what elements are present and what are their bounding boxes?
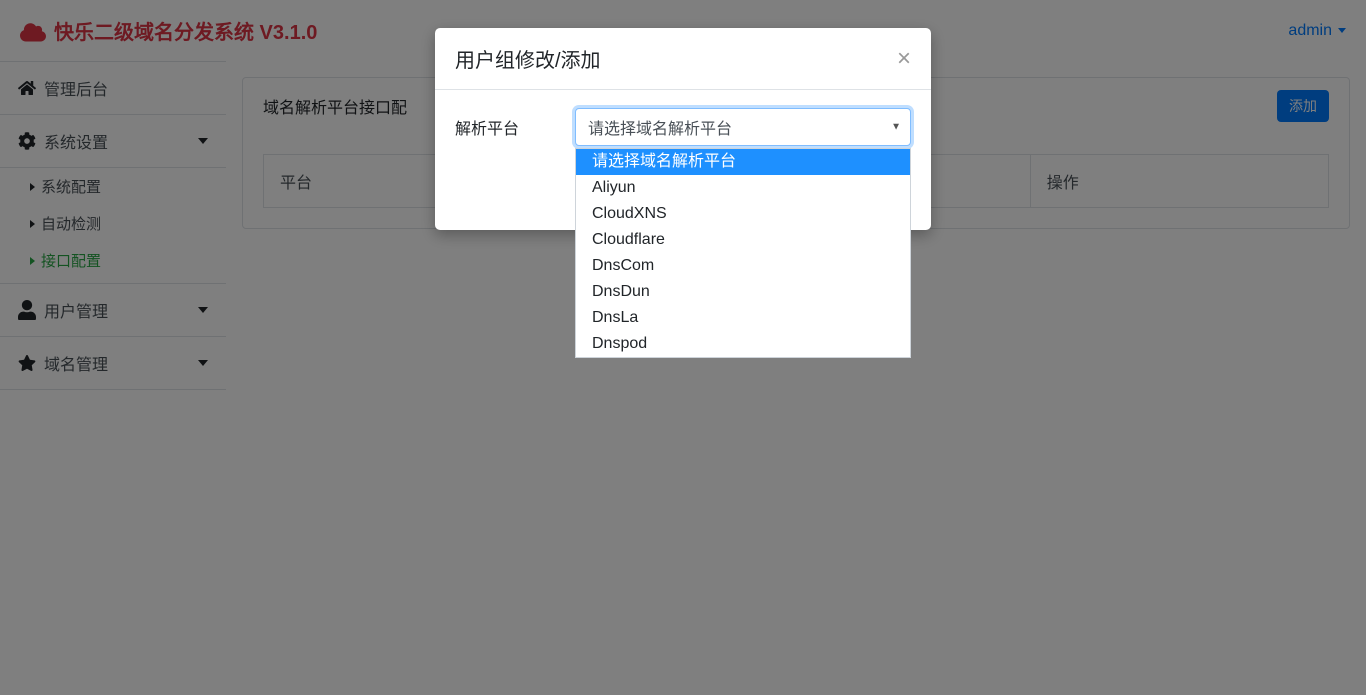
platform-select-wrap: 请选择域名解析平台 ▼ 请选择域名解析平台 Aliyun CloudXNS Cl…: [575, 108, 911, 146]
modal-body: 解析平台 请选择域名解析平台 ▼ 请选择域名解析平台 Aliyun CloudX…: [435, 90, 931, 156]
modal-header: 用户组修改/添加 ×: [435, 28, 931, 90]
modal: 用户组修改/添加 × 解析平台 请选择域名解析平台 ▼ 请选择域名解析平台 Al…: [435, 28, 931, 230]
dropdown-option[interactable]: Dnspod: [576, 331, 910, 357]
dropdown-option[interactable]: CloudXNS: [576, 201, 910, 227]
modal-backdrop[interactable]: 用户组修改/添加 × 解析平台 请选择域名解析平台 ▼ 请选择域名解析平台 Al…: [0, 0, 1366, 695]
dropdown-option[interactable]: DnsCom: [576, 253, 910, 279]
form-label-platform: 解析平台: [455, 115, 563, 139]
dropdown-option[interactable]: Cloudflare: [576, 227, 910, 253]
dropdown-option[interactable]: DnsLa: [576, 305, 910, 331]
dropdown-option[interactable]: DnsDun: [576, 279, 910, 305]
dropdown-options: 请选择域名解析平台 Aliyun CloudXNS Cloudflare Dns…: [575, 148, 911, 358]
modal-title: 用户组修改/添加: [455, 44, 601, 73]
select-value: 请选择域名解析平台: [588, 115, 732, 139]
dropdown-option[interactable]: Aliyun: [576, 175, 910, 201]
dropdown-option[interactable]: 请选择域名解析平台: [576, 149, 910, 175]
close-icon[interactable]: ×: [897, 47, 911, 71]
platform-select[interactable]: 请选择域名解析平台: [575, 108, 911, 146]
